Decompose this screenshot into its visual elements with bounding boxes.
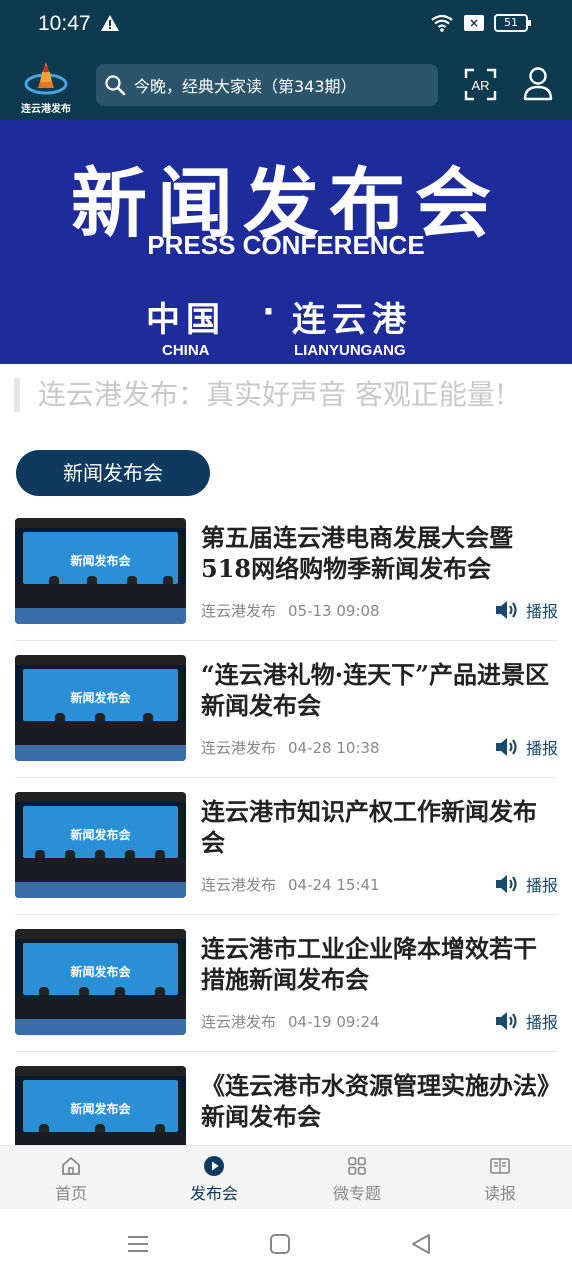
news-date: 04-19 09:24 (288, 1013, 380, 1031)
thumb-caption: 新闻发布会 (70, 1102, 131, 1116)
nav-home-label: 首页 (54, 1184, 87, 1203)
user-profile-icon[interactable] (522, 66, 554, 102)
play-circle-icon (204, 1156, 224, 1176)
news-title[interactable]: 连云港市知识产权工作新闻发布会 (201, 796, 557, 858)
news-item[interactable]: 新闻发布会 第五届连云港电商发展大会暨518网络购物季新闻发布会 连云港发布 05… (15, 504, 558, 641)
play-broadcast-button[interactable]: 播报 (494, 735, 558, 759)
nav-topics[interactable]: 微专题 (307, 1154, 407, 1204)
play-broadcast-button[interactable]: 播报 (494, 598, 558, 622)
home-icon (62, 1157, 80, 1175)
search-placeholder: 今晚，经典大家读（第343期） (134, 77, 357, 96)
logo-text: 连云港发布 (21, 104, 71, 115)
thumb-caption: 新闻发布会 (70, 691, 131, 705)
nav-newspaper[interactable]: 读报 (450, 1154, 550, 1204)
nav-press-label: 发布会 (189, 1184, 238, 1203)
status-bar: 10:47 × 51 (0, 0, 572, 50)
play-label: 播报 (525, 602, 558, 621)
thumb-caption: 新闻发布会 (70, 554, 131, 568)
home-button-icon[interactable] (269, 1233, 291, 1255)
news-item[interactable]: 新闻发布会 连云港市工业企业降本增效若干措施新闻发布会 连云港发布 04-19 0… (15, 915, 558, 1052)
speaker-icon (495, 1012, 517, 1030)
banner-right-cn: 连云港 (292, 300, 412, 340)
logo-emblem-icon (24, 62, 68, 95)
wifi-icon (431, 14, 453, 32)
banner-dot: · (262, 292, 275, 332)
bottom-navigation: 首页 发布会 微专题 读报 (0, 1145, 572, 1209)
speaker-icon (495, 738, 517, 756)
play-label: 播报 (525, 1013, 558, 1032)
news-date: 04-28 10:38 (288, 739, 380, 757)
news-source: 连云港发布 (201, 739, 277, 757)
news-source: 连云港发布 (201, 1013, 277, 1031)
press-conference-banner[interactable]: 新闻发布会 PRESS CONFERENCE 中国 · 连云港 CHINA LI… (0, 120, 572, 364)
nav-newspaper-label: 读报 (483, 1184, 516, 1203)
search-icon (105, 75, 126, 96)
warning-icon (101, 15, 119, 31)
play-broadcast-button[interactable]: 播报 (494, 872, 558, 896)
thumb-caption: 新闻发布会 (70, 965, 131, 979)
newspaper-icon (490, 1158, 510, 1174)
speaker-icon (495, 601, 517, 619)
app-header: 连云港发布 今晚，经典大家读（第343期） AR (0, 50, 572, 120)
nav-home[interactable]: 首页 (21, 1154, 121, 1204)
thumb-caption: 新闻发布会 (70, 828, 131, 842)
news-item[interactable]: 新闻发布会 《连云港市水资源管理实施办法》新闻发布会 (15, 1052, 558, 1145)
news-title[interactable]: 连云港市工业企业降本增效若干措施新闻发布会 (201, 933, 557, 995)
news-thumbnail: 新闻发布会 (15, 518, 186, 624)
news-thumbnail: 新闻发布会 (15, 792, 186, 898)
news-meta: 连云港发布 05-13 09:08 (201, 600, 380, 621)
news-thumbnail: 新闻发布会 (15, 655, 186, 761)
ar-label: AR (471, 78, 489, 93)
back-icon[interactable] (410, 1233, 432, 1255)
status-right: × 51 (430, 14, 531, 32)
search-bar[interactable]: 今晚，经典大家读（第343期） (96, 64, 438, 106)
news-title[interactable]: 第五届连云港电商发展大会暨518网络购物季新闻发布会 (201, 522, 557, 584)
battery-indicator: 51 (494, 14, 531, 32)
news-title[interactable]: “连云港礼物·连天下”产品进景区新闻发布会 (201, 659, 557, 721)
play-broadcast-button[interactable]: 播报 (494, 1009, 558, 1033)
nav-topics-label: 微专题 (332, 1184, 381, 1203)
news-item[interactable]: 新闻发布会 连云港市知识产权工作新闻发布会 连云港发布 04-24 15:41 播… (15, 778, 558, 915)
news-item[interactable]: 新闻发布会 “连云港礼物·连天下”产品进景区新闻发布会 连云港发布 04-28 1… (15, 641, 558, 778)
news-thumbnail: 新闻发布会 (15, 929, 186, 1035)
news-title[interactable]: 《连云港市水资源管理实施办法》新闻发布会 (201, 1070, 557, 1132)
nav-press[interactable]: 发布会 (164, 1154, 264, 1204)
ar-scan-icon[interactable]: AR (464, 68, 497, 101)
app-logo[interactable]: 连云港发布 (18, 58, 74, 115)
status-time: 10:47 (38, 12, 91, 35)
section-tag: 新闻发布会 (16, 450, 210, 496)
banner-subtitle: PRESS CONFERENCE (147, 230, 425, 260)
news-date: 04-24 15:41 (288, 876, 380, 894)
grid-icon (348, 1157, 366, 1175)
banner-left-cn: 中国 (146, 300, 226, 340)
speaker-icon (495, 875, 517, 893)
news-date: 05-13 09:08 (288, 602, 380, 620)
banner-right-en: LIANYUNGANG (294, 342, 406, 359)
news-meta: 连云港发布 04-19 09:24 (201, 1011, 380, 1032)
system-navigation-bar (0, 1209, 572, 1280)
news-meta: 连云港发布 04-28 10:38 (201, 737, 380, 758)
play-label: 播报 (525, 876, 558, 895)
news-source: 连云港发布 (201, 876, 277, 894)
news-source: 连云港发布 (201, 602, 277, 620)
play-label: 播报 (525, 739, 558, 758)
sim-off-icon: × (464, 15, 484, 31)
slogan-text: 连云港发布：真实好声音 客观正能量! (14, 378, 506, 412)
recent-apps-icon[interactable] (127, 1233, 149, 1255)
banner-left-en: CHINA (162, 342, 210, 359)
news-meta: 连云港发布 04-24 15:41 (201, 874, 380, 895)
news-thumbnail: 新闻发布会 (15, 1066, 186, 1145)
